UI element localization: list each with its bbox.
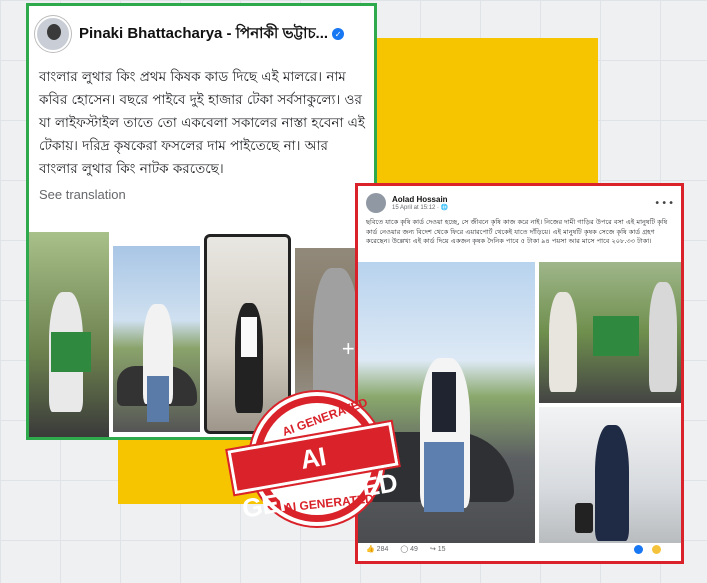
post-header: Pinaki Bhattacharya - পিনাকী ভট্টাচ... ✓ (29, 6, 374, 62)
more-options-icon[interactable]: ••• (654, 198, 675, 209)
author-name[interactable]: Pinaki Bhattacharya - পিনাকী ভট্টাচ... (79, 22, 328, 47)
see-translation-link[interactable]: See translation (29, 181, 374, 202)
photo-card-ceremony[interactable] (29, 232, 109, 437)
comment-count[interactable]: ◯ 49 (400, 545, 418, 553)
left-facebook-post: Pinaki Bhattacharya - পিনাকী ভট্টাচ... ✓… (26, 3, 377, 440)
post-footer: 👍 284 ◯ 49 ↪ 15 (358, 537, 681, 561)
reaction-icons (634, 544, 673, 554)
post-timestamp[interactable]: 15 April at 15:12 · 🌐 (392, 204, 448, 211)
right-facebook-post: Aolad Hossain 15 April at 15:12 · 🌐 ••• … (355, 183, 684, 564)
post-header: Aolad Hossain 15 April at 15:12 · 🌐 ••• (358, 186, 681, 216)
author-avatar[interactable] (35, 16, 71, 52)
author-name[interactable]: Aolad Hossain (392, 195, 448, 204)
photo-grid (358, 262, 681, 543)
photo-car[interactable] (113, 246, 200, 432)
share-count[interactable]: ↪ 15 (430, 545, 446, 553)
verified-badge-icon: ✓ (332, 28, 345, 40)
photo-airport[interactable] (539, 407, 681, 543)
author-avatar[interactable] (366, 193, 386, 213)
ai-generated-stamp: AI GENERATED AI GENERATED AI GENERATED (225, 380, 401, 550)
haha-reaction-icon (652, 544, 661, 554)
post-text: বাংলার লুথার কিং প্রথম কিষক কাড দিছে এই … (39, 69, 365, 177)
post-text: ছবিতে যাকে কৃষি কার্ড দেওয়া হচ্ছে, সে জ… (366, 218, 668, 246)
photo-ceremony[interactable] (539, 262, 681, 403)
like-reaction-icon (634, 544, 643, 554)
